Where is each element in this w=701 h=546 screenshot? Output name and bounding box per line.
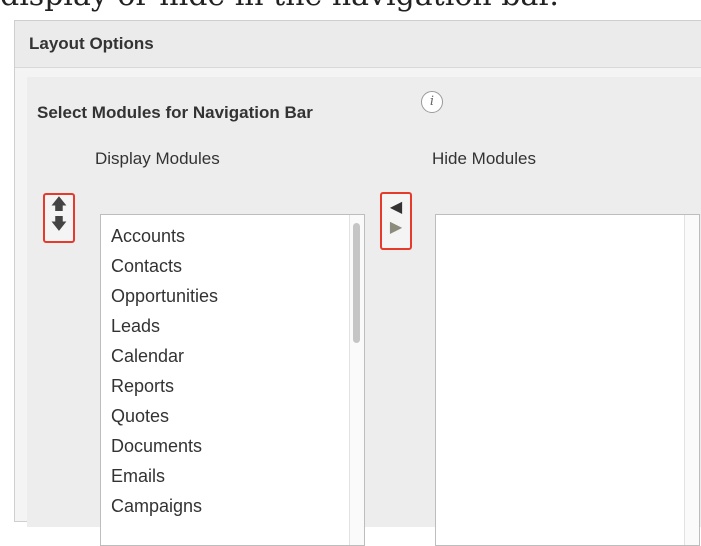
layout-options-panel: Layout Options Select Modules for Naviga… <box>14 20 701 546</box>
list-item[interactable]: Emails <box>101 461 364 491</box>
section-title: Select Modules for Navigation Bar <box>37 103 313 122</box>
list-item[interactable]: Reports <box>101 371 364 401</box>
list-item[interactable]: Leads <box>101 311 364 341</box>
triangle-left-icon[interactable]: ◀ <box>382 198 410 218</box>
transfer-controls: ◀ ▶ <box>380 192 412 250</box>
navigation-bar-section: Select Modules for Navigation Bar i Disp… <box>27 77 701 546</box>
document-caption: display or hide in the navigation bar. <box>0 0 559 13</box>
list-item[interactable]: Contacts <box>101 251 364 281</box>
triangle-right-icon[interactable]: ▶ <box>382 218 410 238</box>
panel-header-title: Layout Options <box>15 21 701 68</box>
arrow-up-icon[interactable]: 🡅 <box>45 195 73 215</box>
hide-modules-label: Hide Modules <box>432 149 536 168</box>
list-item[interactable]: Calendar <box>101 341 364 371</box>
list-item[interactable]: Documents <box>101 431 364 461</box>
display-modules-items: Accounts Contacts Opportunities Leads Ca… <box>101 215 364 521</box>
scroll-thumb[interactable] <box>353 223 360 343</box>
list-item[interactable]: Quotes <box>101 401 364 431</box>
list-item[interactable]: Opportunities <box>101 281 364 311</box>
arrow-down-icon[interactable]: 🡇 <box>45 215 73 235</box>
info-icon[interactable]: i <box>421 91 443 113</box>
list-item[interactable]: Campaigns <box>101 491 364 521</box>
reorder-controls: 🡅 🡇 <box>43 193 75 243</box>
display-modules-label: Display Modules <box>95 149 220 168</box>
display-modules-list[interactable]: Accounts Contacts Opportunities Leads Ca… <box>100 214 365 546</box>
hide-modules-scrollbar[interactable] <box>684 215 699 545</box>
display-modules-scrollbar[interactable] <box>349 215 364 545</box>
list-item[interactable]: Accounts <box>101 221 364 251</box>
hide-modules-list[interactable] <box>435 214 700 546</box>
